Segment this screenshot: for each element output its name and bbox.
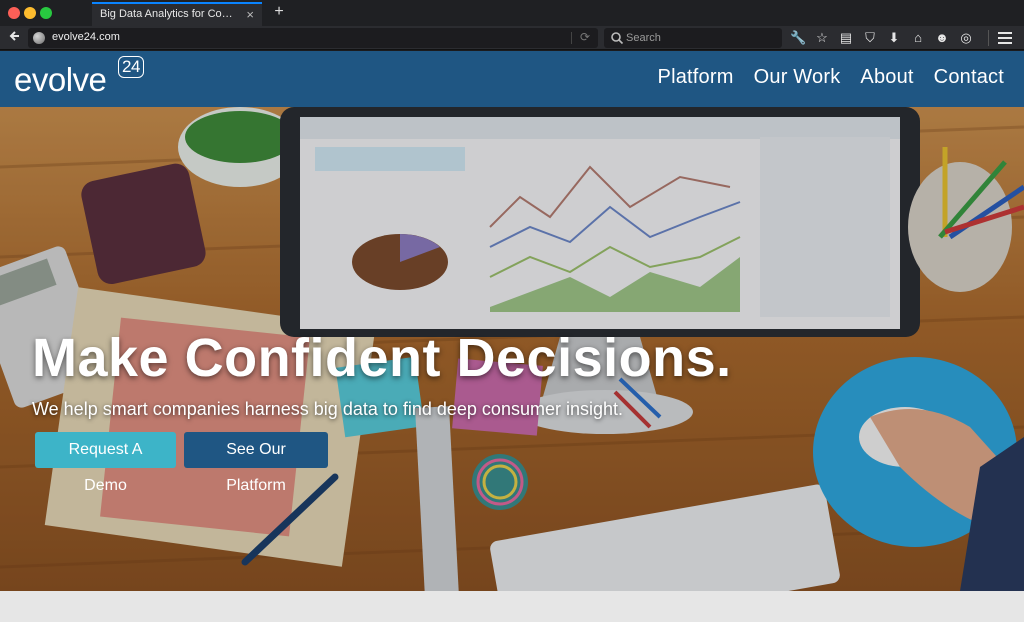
- home-icon[interactable]: ⌂: [910, 29, 926, 47]
- logo-number-badge: 24: [118, 56, 144, 78]
- tab-title: Big Data Analytics for Consume...: [100, 8, 238, 21]
- browser-navbar: evolve24.com ⟳ 🔧 ☆ ▤ ⛉ ⬇ ⌂ ☻ ◎: [0, 26, 1024, 50]
- download-icon[interactable]: ⬇: [886, 29, 902, 47]
- wrench-icon[interactable]: 🔧: [790, 29, 806, 47]
- tab-close-icon[interactable]: ×: [246, 7, 254, 22]
- browser-toolbar: 🔧 ☆ ▤ ⛉ ⬇ ⌂ ☻ ◎: [790, 29, 974, 47]
- url-text[interactable]: evolve24.com: [52, 31, 120, 43]
- main-nav: Platform Our Work About Contact: [658, 66, 1004, 89]
- page-bottom-section: [0, 591, 1024, 622]
- hero-title: Make Confident Decisions.: [32, 328, 732, 388]
- nav-link-platform[interactable]: Platform: [658, 66, 734, 89]
- toolbar-divider: [988, 30, 989, 46]
- palette-icon[interactable]: ◎: [958, 29, 974, 47]
- nav-link-about[interactable]: About: [860, 66, 913, 89]
- search-icon: [611, 32, 624, 45]
- browser-search-bar[interactable]: [604, 28, 782, 48]
- chat-icon[interactable]: ☻: [934, 29, 950, 47]
- nav-link-our-work[interactable]: Our Work: [754, 66, 841, 89]
- search-input[interactable]: [626, 30, 776, 46]
- reader-icon[interactable]: ▤: [838, 29, 854, 47]
- request-demo-button[interactable]: Request A Demo: [35, 432, 176, 494]
- star-icon[interactable]: ☆: [814, 29, 830, 47]
- see-platform-button[interactable]: See Our Platform: [184, 432, 328, 494]
- browser-tab-active[interactable]: Big Data Analytics for Consume... ×: [92, 2, 262, 26]
- url-bar[interactable]: evolve24.com ⟳: [28, 28, 598, 48]
- url-divider: [571, 32, 572, 44]
- reload-icon[interactable]: ⟳: [580, 30, 590, 44]
- window-minimize-button[interactable]: [24, 7, 36, 19]
- hamburger-menu-icon[interactable]: [998, 32, 1012, 44]
- hero-section: Make Confident Decisions. We help smart …: [0, 107, 1024, 591]
- evolve24-logo[interactable]: evolve 24: [14, 56, 144, 98]
- globe-icon: [33, 32, 45, 44]
- pocket-icon[interactable]: ⛉: [862, 29, 878, 47]
- site-header: evolve 24 Platform Our Work About Contact: [0, 51, 1024, 107]
- window-maximize-button[interactable]: [40, 7, 52, 19]
- browser-titlebar: Big Data Analytics for Consume... × +: [0, 0, 1024, 26]
- window-close-button[interactable]: [8, 7, 20, 19]
- nav-link-contact[interactable]: Contact: [934, 66, 1004, 89]
- logo-text: evolve: [14, 61, 107, 98]
- hero-subtitle: We help smart companies harness big data…: [32, 399, 623, 419]
- new-tab-button[interactable]: +: [270, 3, 288, 21]
- back-arrow-icon[interactable]: [8, 30, 20, 44]
